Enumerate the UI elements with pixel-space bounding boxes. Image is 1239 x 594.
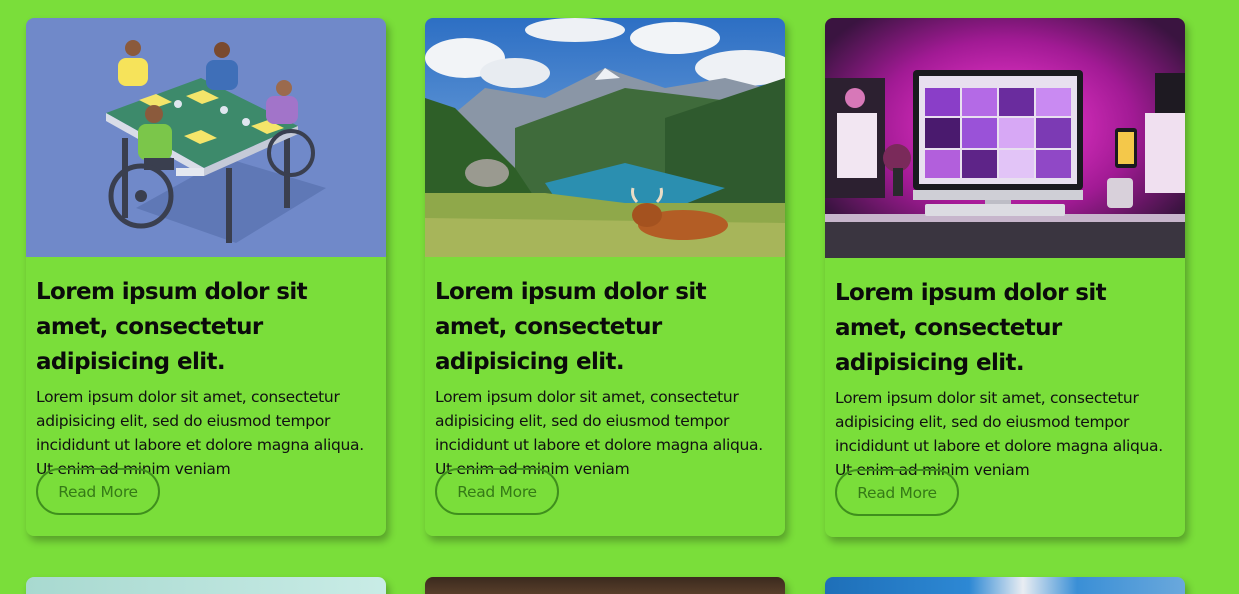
card-title: Lorem ipsum dolor sit amet, consectetur … (36, 279, 308, 375)
card-image (26, 577, 386, 594)
card (425, 577, 785, 594)
card-image-desk-computer (825, 18, 1185, 258)
read-more-button[interactable]: Read More (835, 469, 959, 516)
card-grid: Lorem ipsum dolor sit amet, consectetur … (0, 0, 1239, 594)
card-image (825, 577, 1185, 594)
card-body: Lorem ipsum dolor sit amet, consectetur … (825, 258, 1185, 537)
card (26, 577, 386, 594)
card: Lorem ipsum dolor sit amet, consectetur … (825, 18, 1185, 537)
card-image-mountain-lake (425, 18, 785, 257)
read-more-button[interactable]: Read More (435, 468, 559, 515)
card-title: Lorem ipsum dolor sit amet, consectetur … (435, 279, 707, 375)
card: Lorem ipsum dolor sit amet, consectetur … (425, 18, 785, 536)
card-title: Lorem ipsum dolor sit amet, consectetur … (835, 280, 1107, 376)
card-image (425, 577, 785, 594)
card-description: Lorem ipsum dolor sit amet, consectetur … (835, 389, 1163, 479)
card-body: Lorem ipsum dolor sit amet, consectetur … (26, 257, 386, 536)
read-more-button[interactable]: Read More (36, 468, 160, 515)
card-image-board-game (26, 18, 386, 257)
card (825, 577, 1185, 594)
card-description: Lorem ipsum dolor sit amet, consectetur … (435, 388, 763, 478)
card-body: Lorem ipsum dolor sit amet, consectetur … (425, 257, 785, 536)
card: Lorem ipsum dolor sit amet, consectetur … (26, 18, 386, 536)
card-description: Lorem ipsum dolor sit amet, consectetur … (36, 388, 364, 478)
